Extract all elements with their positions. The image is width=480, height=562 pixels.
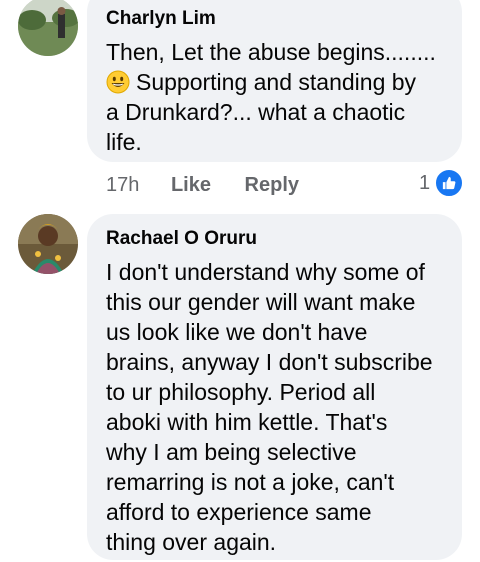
like-button[interactable]: Like	[171, 173, 211, 197]
comment-timestamp[interactable]: 17h	[106, 173, 139, 197]
comment-text: Then, Let the abuse begins........ Suppo…	[106, 37, 442, 157]
reply-button[interactable]: Reply	[245, 173, 299, 197]
comment-line: life.	[106, 129, 142, 155]
avatar[interactable]	[18, 214, 78, 274]
like-thumb-icon	[434, 168, 465, 198]
reaction-count: 1	[419, 171, 431, 194]
comment-line: us look like we don't have	[106, 319, 368, 345]
comment-line: this our gender will want make	[106, 289, 416, 315]
comment-bubble: Rachael O Oruru I don't understand why s…	[87, 214, 462, 560]
avatar[interactable]	[18, 0, 78, 56]
comment-line: thing over again.	[106, 529, 277, 555]
comment-line: afford to experience same	[106, 499, 372, 525]
comment-line: remarring is not a joke, can't	[106, 469, 395, 495]
comment-line: to ur philosophy. Period all	[106, 379, 376, 405]
grinning-face-emoji-icon	[106, 70, 130, 94]
comment-author[interactable]: Charlyn Lim	[106, 8, 442, 30]
comment-line: Then, Let the abuse begins........	[106, 39, 436, 65]
comment-line: aboki with him kettle. That's	[106, 409, 388, 435]
comment-line: I don't understand why some of	[106, 259, 425, 285]
comment-line: a Drunkard?... what a chaotic	[106, 99, 406, 125]
comment-actions: 17h Like Reply	[106, 173, 299, 197]
comment-line: Supporting and standing by	[106, 67, 442, 97]
comment-author[interactable]: Rachael O Oruru	[106, 228, 442, 250]
comment-line: why I am being selective	[106, 439, 357, 465]
reaction-summary[interactable]: 1	[419, 168, 465, 198]
comment-bubble: Charlyn Lim Then, Let the abuse begins..…	[87, 0, 462, 162]
comment-text: I don't understand why some of this our …	[106, 257, 442, 557]
comment-line: brains, anyway I don't subscribe	[106, 349, 433, 375]
